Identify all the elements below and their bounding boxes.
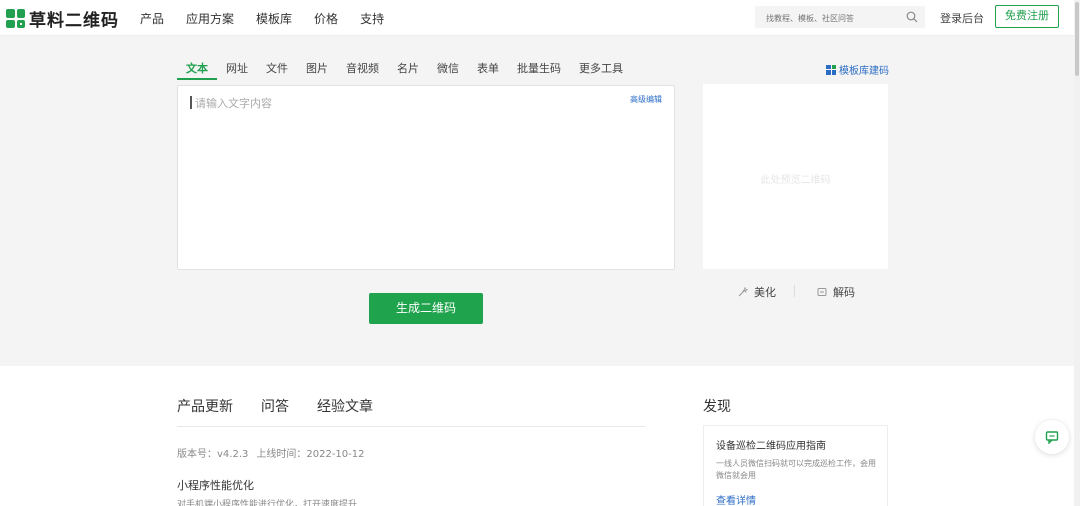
tab-batch[interactable]: 批量生码	[508, 60, 570, 79]
preview-tools: 美化 解码	[703, 284, 888, 300]
tab-product-updates[interactable]: 产品更新	[177, 396, 233, 416]
tab-form[interactable]: 表单	[468, 60, 508, 79]
nav-item-products[interactable]: 产品	[140, 10, 164, 27]
section-divider	[177, 426, 645, 427]
preview-placeholder: 此处预览二维码	[760, 175, 831, 186]
generator-tabs: 文本 网址 文件 图片 音视频 名片 微信 表单 批量生码 更多工具	[177, 60, 632, 80]
logo-icon	[6, 9, 25, 28]
tab-articles[interactable]: 经验文章	[317, 396, 373, 416]
nav-item-support[interactable]: 支持	[360, 10, 384, 27]
search-box	[755, 6, 925, 30]
page-scrollbar[interactable]	[1074, 0, 1080, 506]
chat-button[interactable]	[1035, 420, 1069, 454]
template-link-label: 模板库建码	[839, 66, 889, 77]
update-item-desc: 对手机端小程序性能进行优化，打开速度提升	[177, 500, 358, 506]
tab-file[interactable]: 文件	[257, 60, 297, 79]
qr-preview-area: 此处预览二维码	[703, 84, 888, 269]
logo-text: 草料二维码	[29, 11, 119, 31]
text-editor[interactable]: 请输入文字内容 高级编辑	[177, 85, 675, 270]
version-number: 版本号：v4.2.3	[177, 449, 249, 460]
decode-icon	[817, 288, 827, 296]
nav-item-pricing[interactable]: 价格	[314, 10, 338, 27]
logo[interactable]: 草料二维码	[6, 6, 119, 31]
tab-text[interactable]: 文本	[177, 60, 217, 80]
template-library-link[interactable]: 模板库建码	[826, 62, 889, 77]
decode-label: 解码	[833, 286, 855, 299]
login-link[interactable]: 登录后台	[940, 10, 984, 26]
tab-url[interactable]: 网址	[217, 60, 257, 79]
search-input[interactable]	[755, 7, 895, 30]
tab-more-tools[interactable]: 更多工具	[570, 60, 632, 79]
discover-heading: 发现	[703, 399, 731, 415]
tab-audio-video[interactable]: 音视频	[337, 60, 388, 79]
register-button[interactable]: 免费注册	[995, 5, 1059, 28]
beautify-icon	[738, 287, 748, 297]
update-item-title[interactable]: 小程序性能优化	[177, 477, 254, 493]
tab-image[interactable]: 图片	[297, 60, 337, 79]
decode-button[interactable]: 解码	[817, 284, 855, 300]
beautify-label: 美化	[754, 286, 776, 299]
tool-divider	[794, 285, 795, 297]
text-cursor	[190, 96, 192, 109]
updates-tabs: 产品更新 问答 经验文章	[177, 396, 401, 416]
generate-qr-button[interactable]: 生成二维码	[369, 293, 483, 324]
template-grid-icon	[826, 64, 836, 75]
main-nav: 产品 应用方案 模板库 价格 支持	[140, 0, 406, 36]
advanced-edit-link[interactable]: 高级编辑	[630, 94, 662, 105]
scrollbar-thumb[interactable]	[1075, 2, 1079, 76]
search-icon[interactable]	[906, 11, 918, 23]
tab-business-card[interactable]: 名片	[388, 60, 428, 79]
nav-item-solutions[interactable]: 应用方案	[186, 10, 234, 27]
tab-qa[interactable]: 问答	[261, 396, 289, 416]
top-header: 草料二维码 产品 应用方案 模板库 价格 支持 登录后台 免费注册	[0, 0, 1080, 36]
editor-placeholder: 请输入文字内容	[195, 97, 272, 110]
version-info: 版本号：v4.2.3 上线时间：2022-10-12	[177, 445, 365, 460]
beautify-button[interactable]: 美化	[738, 284, 776, 300]
tab-wechat[interactable]: 微信	[428, 60, 468, 79]
card-description: 一线人员微信扫码就可以完成巡检工作，会用微信就会用	[716, 459, 876, 480]
chat-icon	[1045, 431, 1059, 444]
discover-card[interactable]: 设备巡检二维码应用指南 一线人员微信扫码就可以完成巡检工作，会用微信就会用 查看…	[703, 425, 888, 506]
nav-item-templates[interactable]: 模板库	[256, 10, 292, 27]
release-time: 上线时间：2022-10-12	[256, 449, 365, 460]
card-title: 设备巡检二维码应用指南	[716, 441, 826, 452]
lower-section: 产品更新 问答 经验文章 版本号：v4.2.3 上线时间：2022-10-12 小…	[0, 366, 1080, 506]
card-details-link[interactable]: 查看详情	[716, 492, 756, 506]
